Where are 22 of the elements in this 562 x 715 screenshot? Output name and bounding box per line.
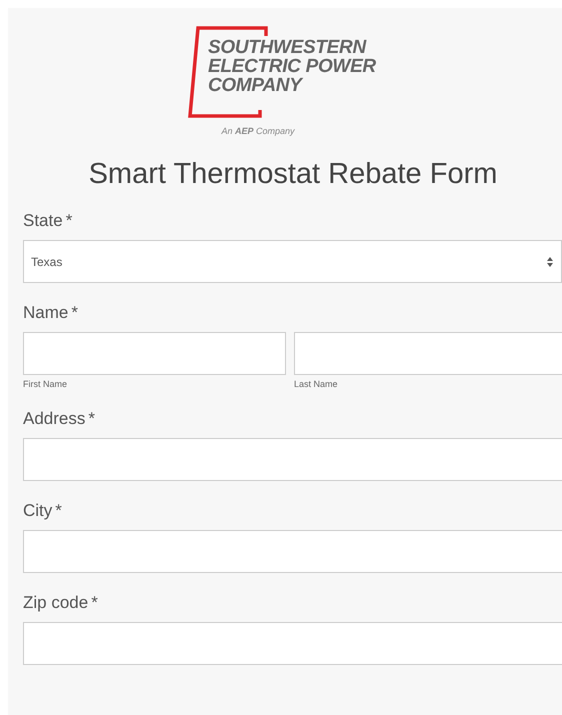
required-mark: * xyxy=(71,303,78,322)
required-mark: * xyxy=(55,501,62,520)
required-mark: * xyxy=(88,409,95,428)
required-mark: * xyxy=(66,211,72,230)
company-logo: SOUTHWESTERN ELECTRIC POWER COMPANY xyxy=(188,26,398,118)
state-select[interactable]: Texas xyxy=(23,240,562,283)
field-label: Zip code xyxy=(23,593,88,612)
field-label: City xyxy=(23,501,52,520)
required-mark: * xyxy=(91,593,98,612)
field-caption: Last Name xyxy=(294,379,339,389)
form-title: Smart Thermostat Rebate Form xyxy=(88,158,498,191)
name-input-field[interactable] xyxy=(23,332,286,375)
field-caption: First Name xyxy=(23,379,68,389)
text-input-field[interactable] xyxy=(23,438,562,481)
name-input-field[interactable] xyxy=(294,332,562,375)
field-label: State xyxy=(23,211,63,230)
text-input-field[interactable] xyxy=(23,530,562,573)
field-label: Address xyxy=(23,409,86,428)
select-arrows-icon xyxy=(547,256,553,266)
field-label: Name xyxy=(23,303,68,322)
text-input-field[interactable] xyxy=(23,622,562,665)
logo-tagline: An AEP Company xyxy=(221,126,295,136)
